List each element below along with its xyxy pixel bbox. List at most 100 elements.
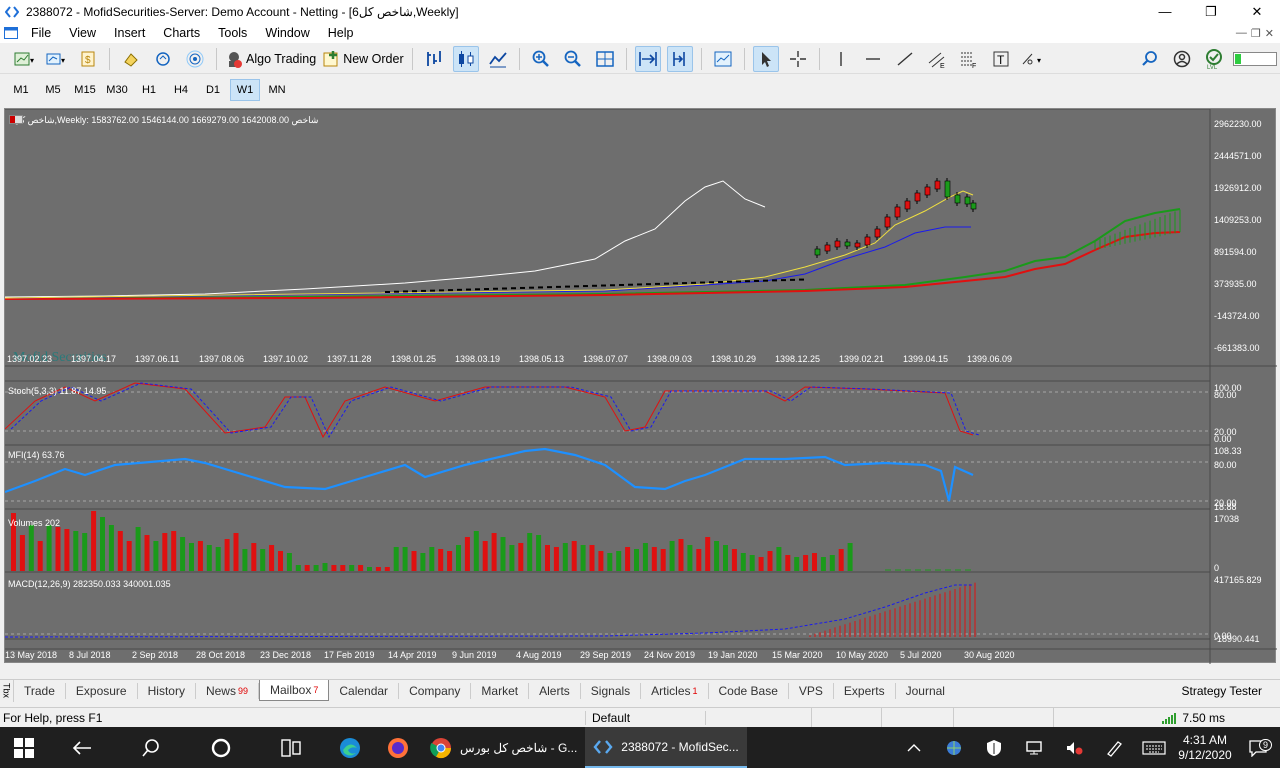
keyboard-icon[interactable] [1134,740,1174,755]
market-watch-icon[interactable]: $ [75,46,101,72]
text-tool-icon[interactable]: T [988,46,1014,72]
new-chart-icon[interactable]: ▾ [11,46,37,72]
volume-muted-icon[interactable] [1054,740,1094,756]
line-chart-icon[interactable] [485,46,511,72]
equidistant-channel-icon[interactable]: E [924,46,950,72]
chart-window-icon[interactable] [0,27,22,39]
tab-history[interactable]: History [138,682,196,699]
menu-tools[interactable]: Tools [209,26,256,40]
chart-shift-icon[interactable] [666,45,693,72]
chart-window[interactable]: شاخص کل6,Weekly: 1583762.00 1546144.00 1… [4,108,1277,664]
fibonacci-icon[interactable]: F [956,46,982,72]
zoom-out-icon[interactable] [560,46,586,72]
timeframe-m15[interactable]: M15 [70,79,100,101]
tab-code-base[interactable]: Code Base [709,682,789,699]
timeframe-m30[interactable]: M30 [102,79,132,101]
menu-window[interactable]: Window [256,26,318,40]
tab-trade[interactable]: Trade [14,682,66,699]
data-window-icon[interactable] [118,46,144,72]
signal-level-icon[interactable]: LVL [1201,46,1227,72]
menu-view[interactable]: View [60,26,105,40]
tab-journal[interactable]: Journal [896,683,955,699]
strategy-tester-button[interactable]: Strategy Tester [1182,684,1280,698]
trendline-icon[interactable] [892,46,918,72]
tab-label: Articles [651,683,691,698]
back-arrow-icon[interactable] [48,727,116,768]
system-clock[interactable]: 4:31 AM 9/12/2020 [1174,733,1236,763]
menu-insert[interactable]: Insert [105,26,154,40]
chevron-up-icon[interactable] [894,743,934,753]
candle-body [854,242,861,248]
tab-vps[interactable]: VPS [789,682,834,699]
menu-charts[interactable]: Charts [154,26,209,40]
tab-articles[interactable]: Articles 1 [641,682,709,699]
menu-file[interactable]: File [22,26,60,40]
tab-mailbox[interactable]: Mailbox 7 [258,680,330,701]
crosshair-icon[interactable] [785,46,811,72]
tab-exposure[interactable]: Exposure [66,682,138,699]
cortana-icon[interactable] [186,727,256,768]
taskbar-app-metatrader[interactable]: 2388072 - MofidSec... [585,727,747,768]
signals-icon[interactable] [182,46,208,72]
profiles-icon[interactable]: ▾ [43,46,69,72]
tab-news[interactable]: News 99 [196,682,259,699]
tab-calendar[interactable]: Calendar [329,682,400,699]
bar-chart-icon[interactable] [421,46,447,72]
edge-browser-icon[interactable] [326,727,374,768]
task-view-icon[interactable] [256,727,326,768]
volume-bar [171,531,177,571]
navigator-icon[interactable] [150,46,176,72]
tab-alerts[interactable]: Alerts [529,682,581,699]
search-icon[interactable] [116,727,186,768]
status-cell [812,707,882,728]
tab-company[interactable]: Company [399,682,472,699]
shapes-icon[interactable]: ▾ [1020,46,1046,72]
timeframe-mn[interactable]: MN [262,79,292,101]
candlestick-chart-icon[interactable] [452,45,479,72]
timeframe-d1[interactable]: D1 [198,79,228,101]
chart-canvas[interactable] [5,109,1277,664]
volume-bar [758,557,764,571]
display-icon[interactable] [1014,740,1054,756]
tile-windows-icon[interactable] [592,46,618,72]
volume-bar [117,531,123,571]
timeframe-m5[interactable]: M5 [38,79,68,101]
mdi-minimize-button[interactable]: — [1236,27,1247,40]
tab-signals[interactable]: Signals [581,682,642,699]
pen-icon[interactable] [1094,739,1134,757]
network-globe-icon[interactable] [934,739,974,757]
start-button[interactable] [0,727,48,768]
zoom-in-icon[interactable] [528,46,554,72]
timeframe-h4[interactable]: H4 [166,79,196,101]
shield-icon[interactable] [974,739,1014,757]
auto-scroll-icon[interactable] [634,45,661,72]
algo-trading-button[interactable]: Algo Trading [225,46,316,72]
x-axis-label: 4 Aug 2019 [516,650,562,660]
horizontal-line-icon[interactable] [860,46,886,72]
timeframe-w1[interactable]: W1 [230,79,260,101]
candle-mark [412,290,417,293]
volume-bar [242,549,248,571]
tab-experts[interactable]: Experts [834,682,896,699]
x-axis-label: 5 Jul 2020 [900,650,942,660]
index-line [5,180,766,298]
timeframe-m1[interactable]: M1 [6,79,36,101]
taskbar-app-chrome[interactable]: شاخص کل بورس - G... [422,727,585,768]
toolbox-side-label[interactable]: Tbx [0,679,14,702]
account-icon[interactable] [1169,46,1195,72]
cursor-icon[interactable] [752,45,779,72]
mdi-restore-button[interactable]: ❐ [1251,27,1261,40]
mdi-close-button[interactable]: ✕ [1265,27,1274,40]
vertical-line-icon[interactable] [828,46,854,72]
new-order-button[interactable]: New Order [322,46,404,72]
minimize-button[interactable]: — [1142,0,1188,23]
maximize-button[interactable]: ❐ [1188,0,1234,23]
tab-market[interactable]: Market [471,682,530,699]
close-button[interactable]: ✕ [1234,0,1280,23]
menu-help[interactable]: Help [319,26,363,40]
firefox-icon[interactable] [374,727,422,768]
timeframe-h1[interactable]: H1 [134,79,164,101]
notification-center-icon[interactable]: 9 [1236,738,1280,757]
templates-icon[interactable] [710,46,736,72]
search-icon[interactable] [1137,46,1163,72]
